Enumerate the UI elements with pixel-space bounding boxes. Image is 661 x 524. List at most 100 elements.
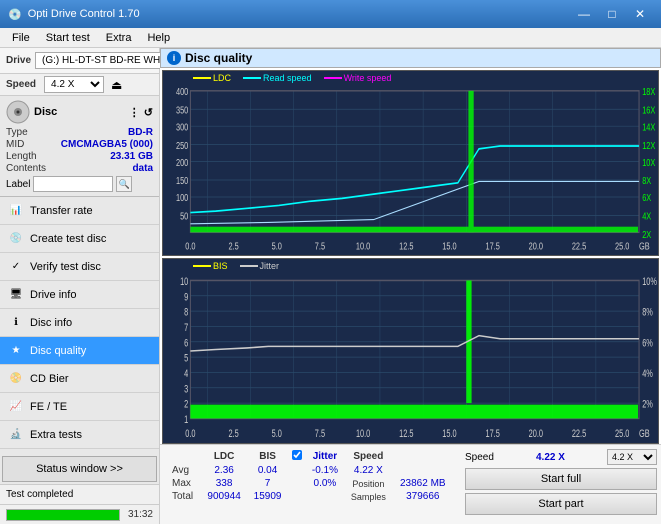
sidebar-item-disc-quality[interactable]: ★ Disc quality — [0, 337, 159, 365]
svg-text:25.0: 25.0 — [615, 428, 629, 440]
speed-row: Speed 4.2 X ⏏ — [0, 74, 159, 96]
disc-info-box: Disc ⋮ ↺ Type BD-R MID CMCMAGBA5 (000) L… — [0, 96, 159, 197]
svg-text:0.0: 0.0 — [185, 240, 195, 251]
svg-text:17.5: 17.5 — [485, 240, 499, 251]
jitter-checkbox[interactable] — [292, 450, 302, 460]
sidebar-item-verify-test-disc[interactable]: ✓ Verify test disc — [0, 253, 159, 281]
svg-text:2.5: 2.5 — [228, 240, 238, 251]
drive-info-icon: 🖥 — [8, 287, 24, 303]
svg-text:7.5: 7.5 — [315, 428, 325, 440]
menu-extra[interactable]: Extra — [98, 30, 140, 46]
avg-bis: 0.04 — [247, 464, 287, 477]
eject-icon[interactable]: ⏏ — [111, 78, 122, 92]
fe-te-icon: 📈 — [8, 399, 24, 415]
sidebar-item-extra-tests[interactable]: 🔬 Extra tests — [0, 421, 159, 449]
disc-svg-icon — [6, 100, 30, 124]
svg-text:5.0: 5.0 — [272, 428, 282, 440]
disc-length-label: Length — [6, 151, 37, 162]
drive-row: Drive (G:) HL-DT-ST BD-RE WH16NS48 — [0, 48, 159, 74]
minimize-button[interactable]: — — [571, 4, 597, 24]
sidebar-item-label: FE / TE — [30, 401, 67, 413]
max-jitter: 0.0% — [306, 477, 344, 490]
close-button[interactable]: ✕ — [627, 4, 653, 24]
col-bis: BIS — [247, 449, 287, 464]
maximize-button[interactable]: □ — [599, 4, 625, 24]
progress-bar — [6, 509, 120, 521]
sidebar-item-fe-te[interactable]: 📈 FE / TE — [0, 393, 159, 421]
menubar: File Start test Extra Help — [0, 28, 661, 48]
col-jitter: Jitter — [306, 449, 344, 464]
disc-refresh-icon[interactable]: ↺ — [144, 106, 153, 119]
svg-text:14X: 14X — [642, 121, 655, 132]
speed-stat-select[interactable]: 4.2 X — [607, 449, 657, 465]
disc-contents-label: Contents — [6, 163, 46, 174]
dq-icon: i — [167, 51, 181, 65]
svg-text:GB: GB — [639, 428, 650, 440]
total-bis: 15909 — [247, 490, 287, 503]
stats-avg-row: Avg 2.36 0.04 -0.1% 4.22 X — [168, 464, 453, 477]
avg-jitter: -0.1% — [306, 464, 344, 477]
titlebar-controls: — □ ✕ — [571, 4, 653, 24]
total-ldc: 900944 — [201, 490, 248, 503]
svg-text:16X: 16X — [642, 104, 655, 115]
max-ldc: 338 — [201, 477, 248, 490]
svg-text:7.5: 7.5 — [315, 240, 325, 251]
app-icon: 💿 — [8, 8, 22, 21]
menu-file[interactable]: File — [4, 30, 38, 46]
disc-options-icon[interactable]: ⋮ — [129, 106, 140, 119]
disc-type-value: BD-R — [128, 127, 153, 138]
extra-tests-icon: 🔬 — [8, 427, 24, 443]
legend-writespeed: Write speed — [324, 73, 392, 83]
disc-length-row: Length 23.31 GB — [6, 151, 153, 162]
svg-text:18X: 18X — [642, 86, 655, 97]
samples-label: Samples — [344, 490, 392, 503]
sidebar-item-label: Drive info — [30, 289, 76, 301]
status-window-button[interactable]: Status window >> — [2, 456, 157, 482]
status-bar: Test completed — [0, 484, 159, 504]
svg-text:9: 9 — [184, 291, 188, 303]
speed-select[interactable]: 4.2 X — [44, 76, 104, 93]
svg-text:250: 250 — [176, 140, 188, 151]
drive-label: Drive — [6, 55, 31, 66]
disc-mid-label: MID — [6, 139, 24, 150]
disc-label-button[interactable]: 🔍 — [116, 176, 132, 192]
start-full-button[interactable]: Start full — [465, 468, 657, 490]
disc-header-label: Disc — [34, 106, 57, 118]
svg-text:400: 400 — [176, 86, 188, 97]
start-part-button[interactable]: Start part — [465, 493, 657, 515]
sidebar-item-cd-bier[interactable]: 📀 CD Bier — [0, 365, 159, 393]
svg-text:12X: 12X — [642, 140, 655, 151]
svg-text:12.5: 12.5 — [399, 428, 413, 440]
disc-label-row: Label 🔍 — [6, 176, 153, 192]
svg-text:4X: 4X — [642, 211, 651, 222]
svg-text:150: 150 — [176, 175, 188, 186]
col-ldc: LDC — [201, 449, 248, 464]
progress-row: 31:32 — [0, 504, 159, 524]
speed-stat-label: Speed — [465, 452, 494, 463]
legend-ldc: LDC — [193, 73, 231, 83]
speed-label: Speed — [6, 79, 36, 90]
sidebar-item-drive-info[interactable]: 🖥 Drive info — [0, 281, 159, 309]
verify-test-disc-icon: ✓ — [8, 259, 24, 275]
app-title: Opti Drive Control 1.70 — [28, 8, 140, 20]
sidebar-item-transfer-rate[interactable]: 📊 Transfer rate — [0, 197, 159, 225]
svg-text:17.5: 17.5 — [485, 428, 499, 440]
sidebar-item-label: Disc info — [30, 317, 72, 329]
titlebar: 💿 Opti Drive Control 1.70 — □ ✕ — [0, 0, 661, 28]
stats-row: LDC BIS Jitter Speed Avg — [160, 444, 661, 524]
sidebar-item-disc-info[interactable]: ℹ Disc info — [0, 309, 159, 337]
svg-text:5.0: 5.0 — [272, 240, 282, 251]
upper-chart-svg: 400 350 300 250 200 150 100 50 18X 16X 1… — [163, 71, 658, 255]
svg-text:8X: 8X — [642, 175, 651, 186]
svg-text:15.0: 15.0 — [442, 240, 456, 251]
menu-help[interactable]: Help — [139, 30, 178, 46]
disc-label-input[interactable] — [33, 176, 113, 192]
svg-text:GB: GB — [639, 240, 650, 251]
sidebar-item-label: Create test disc — [30, 233, 106, 245]
svg-text:4%: 4% — [642, 368, 653, 380]
sidebar-item-create-test-disc[interactable]: 💿 Create test disc — [0, 225, 159, 253]
stats-table: LDC BIS Jitter Speed Avg — [160, 445, 461, 524]
sidebar-item-label: Verify test disc — [30, 261, 101, 273]
menu-starttest[interactable]: Start test — [38, 30, 98, 46]
titlebar-title: 💿 Opti Drive Control 1.70 — [8, 8, 140, 21]
